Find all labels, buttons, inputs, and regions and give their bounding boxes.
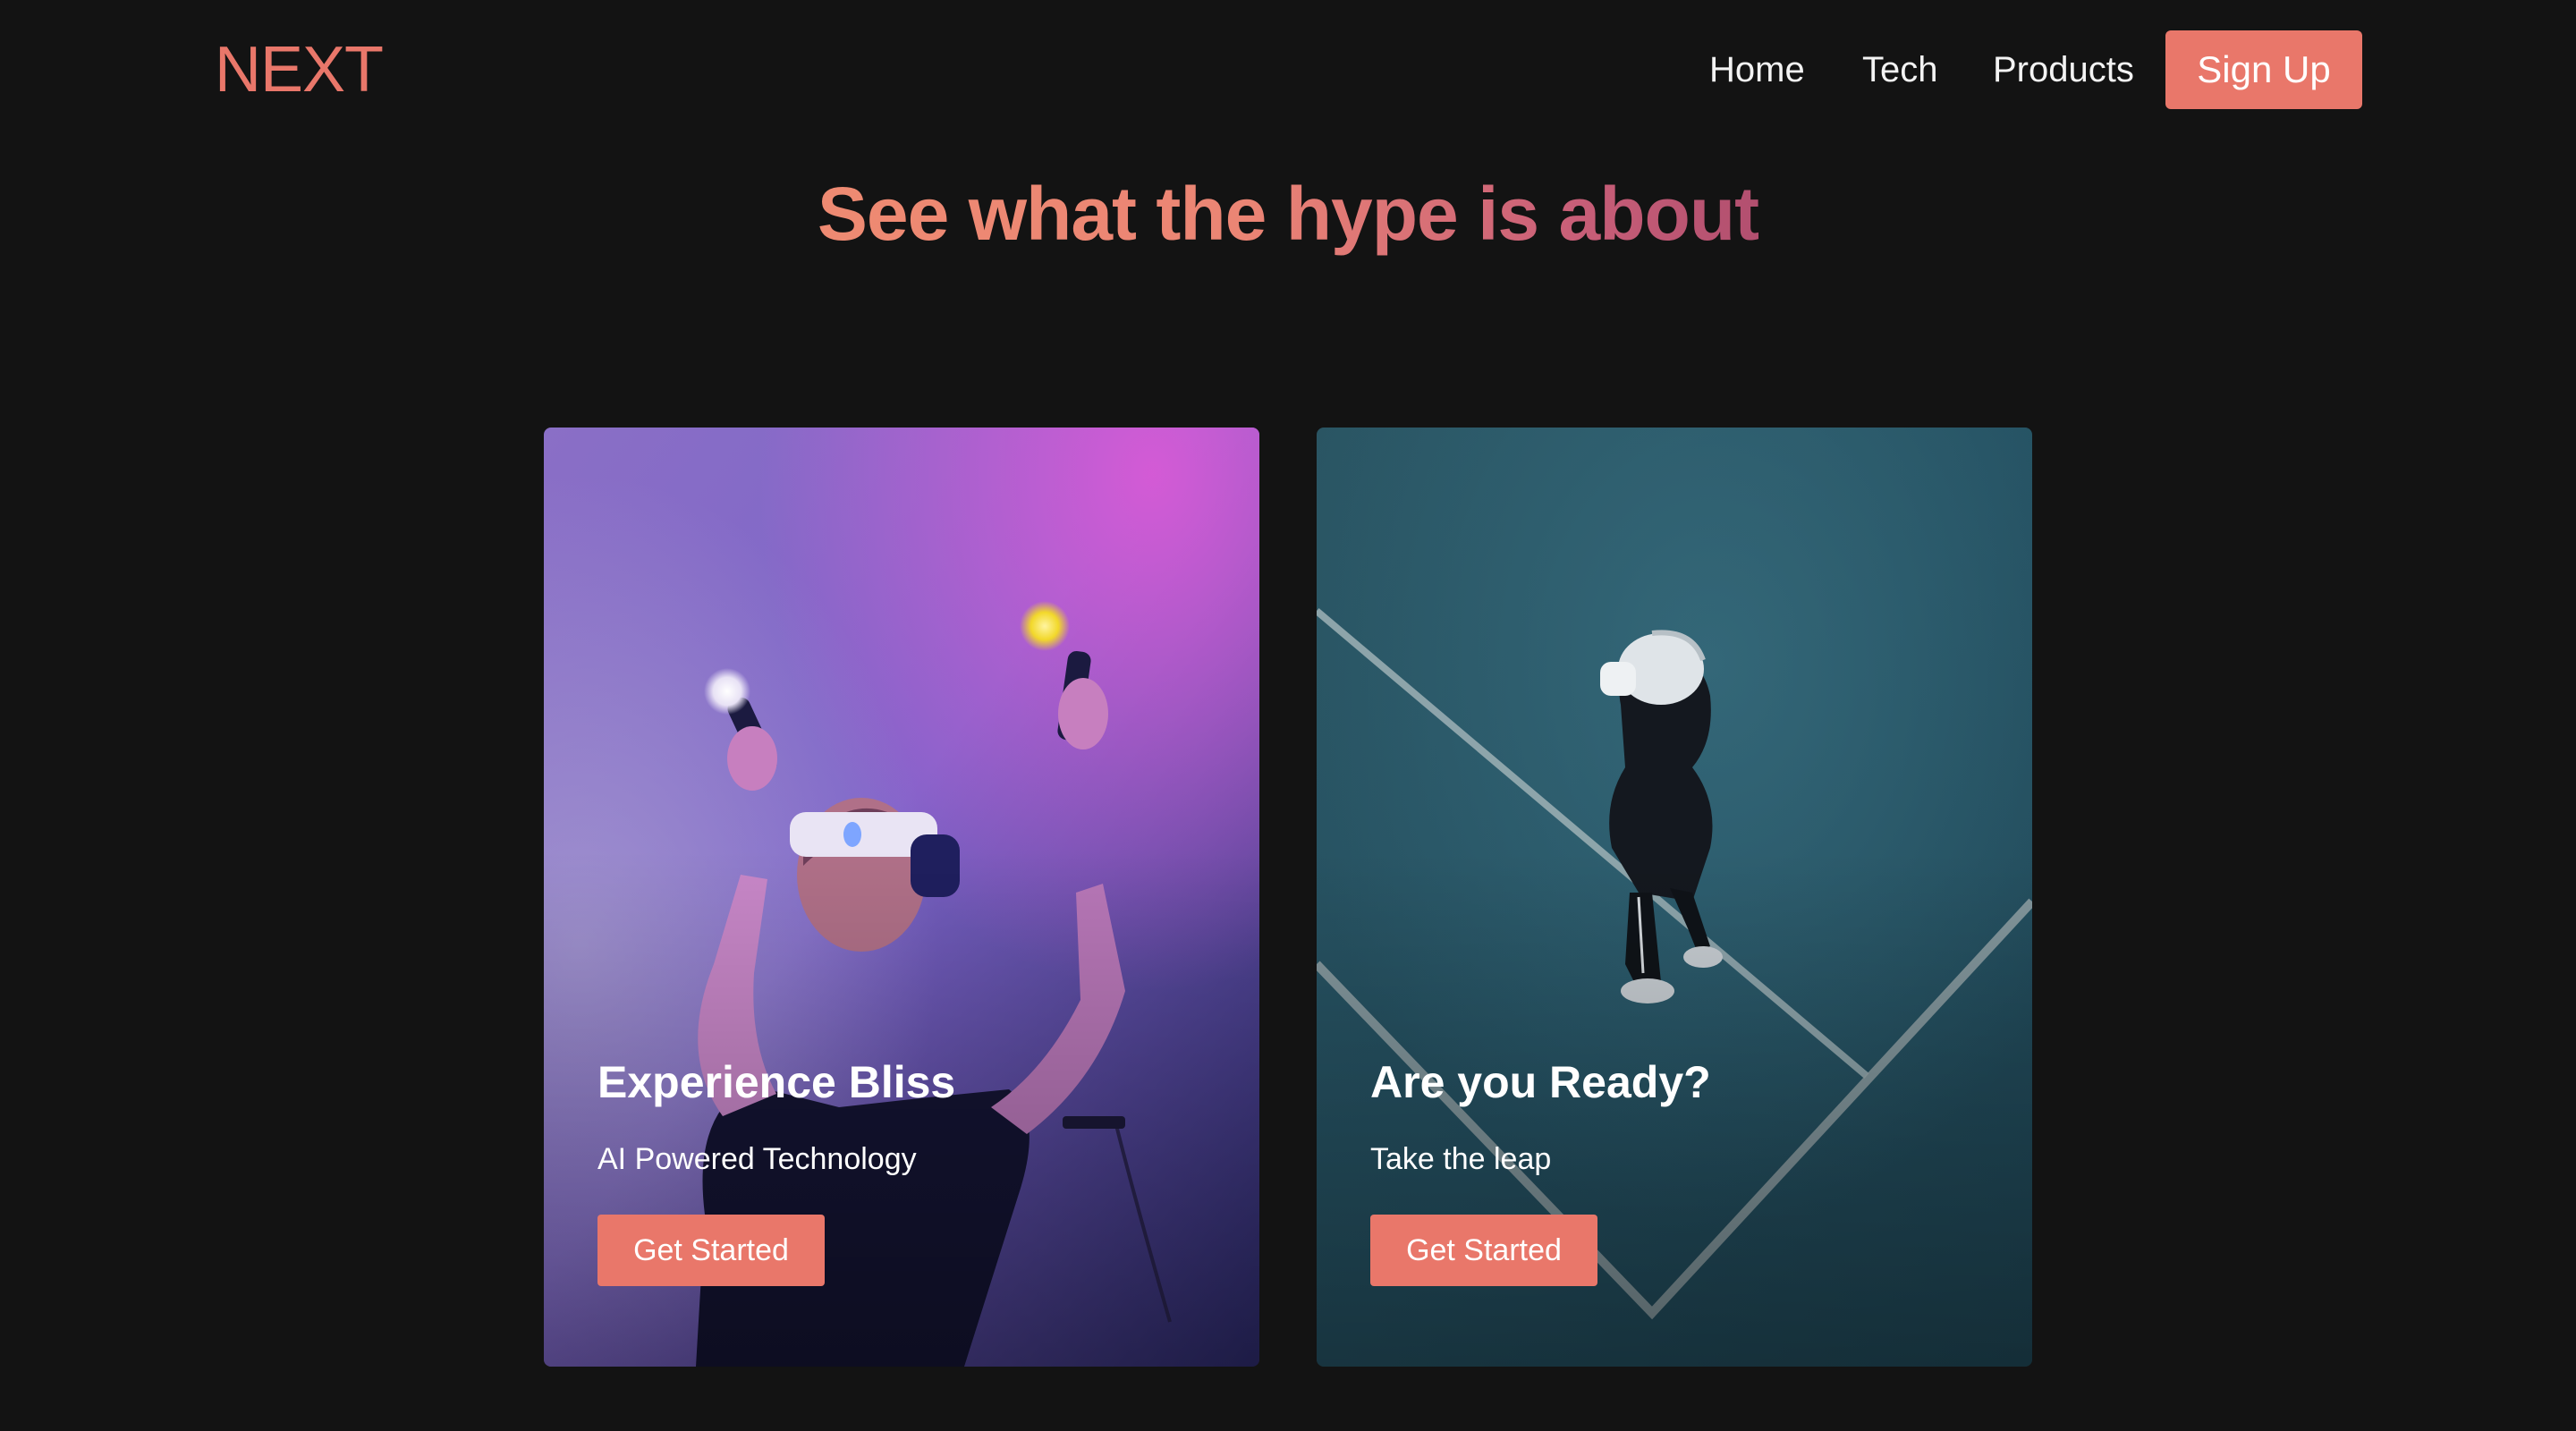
feature-card-experience-bliss: Experience Bliss AI Powered Technology G… xyxy=(544,428,1259,1367)
nav-link-home[interactable]: Home xyxy=(1709,45,1805,95)
hero-heading-text: See what the hype is about xyxy=(817,172,1759,256)
card-subtitle: Take the leap xyxy=(1370,1142,1552,1176)
card-title: Experience Bliss xyxy=(597,1057,956,1107)
feature-card-are-you-ready: Are you Ready? Take the leap Get Started xyxy=(1317,428,2032,1367)
get-started-button[interactable]: Get Started xyxy=(597,1215,825,1286)
hero-heading: See what the hype is about xyxy=(0,165,2576,263)
get-started-button[interactable]: Get Started xyxy=(1370,1215,1597,1286)
sign-up-button[interactable]: Sign Up xyxy=(2165,30,2362,109)
nav-link-products[interactable]: Products xyxy=(1993,45,2134,95)
brand-logo[interactable]: NEXT xyxy=(215,32,384,107)
nav-link-tech[interactable]: Tech xyxy=(1862,45,1938,95)
navbar: NEXT Home Tech Products Sign Up xyxy=(0,0,2576,140)
card-title: Are you Ready? xyxy=(1370,1057,1711,1107)
landing-page: NEXT Home Tech Products Sign Up See what… xyxy=(0,0,2576,1431)
card-subtitle: AI Powered Technology xyxy=(597,1142,917,1176)
